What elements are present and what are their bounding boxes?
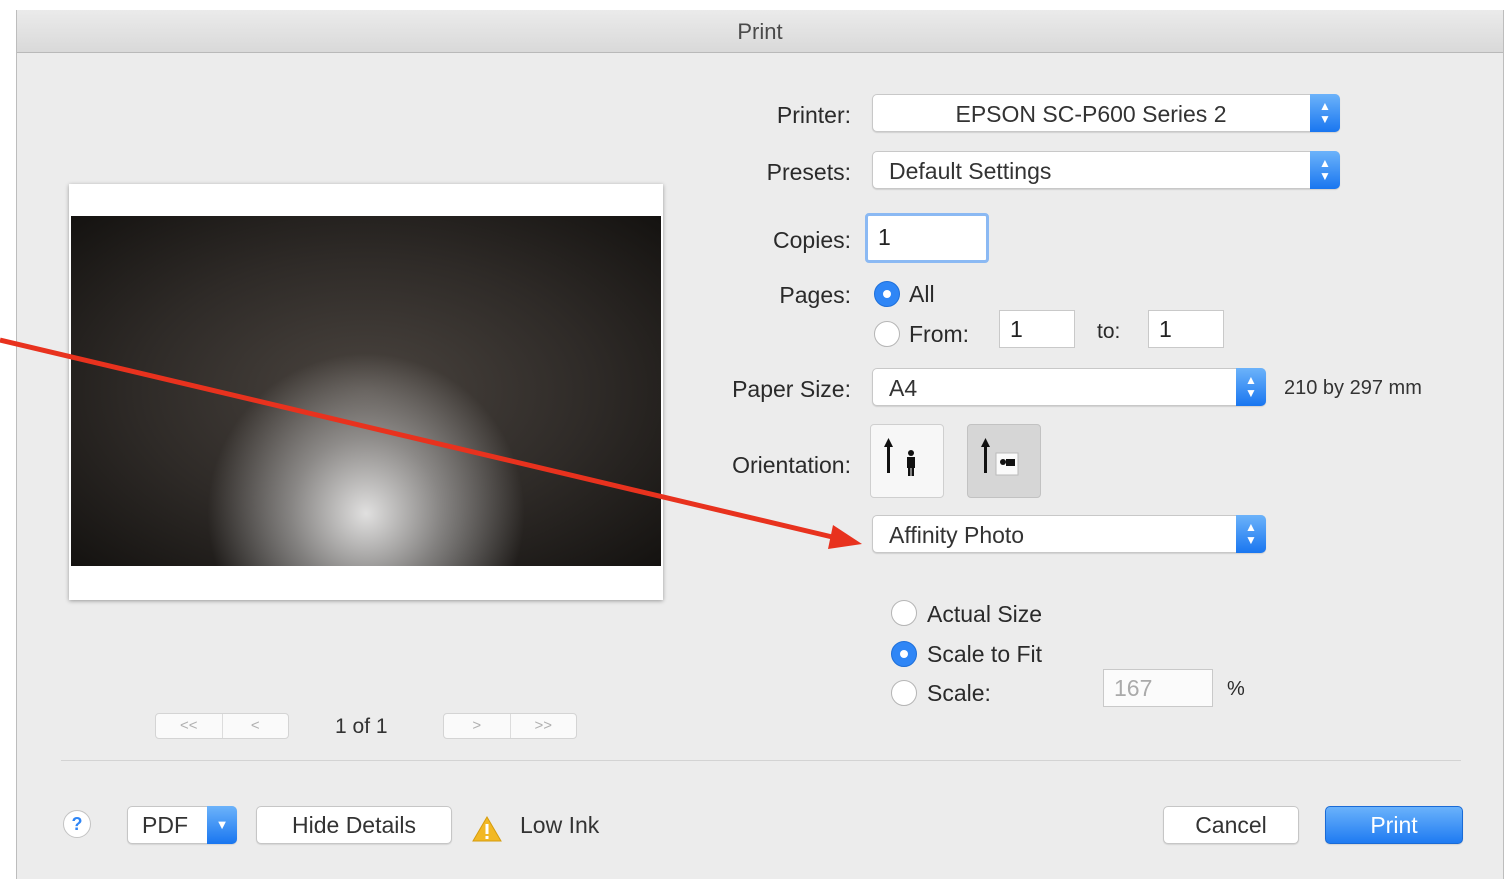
annotation-arrow: [0, 337, 862, 549]
